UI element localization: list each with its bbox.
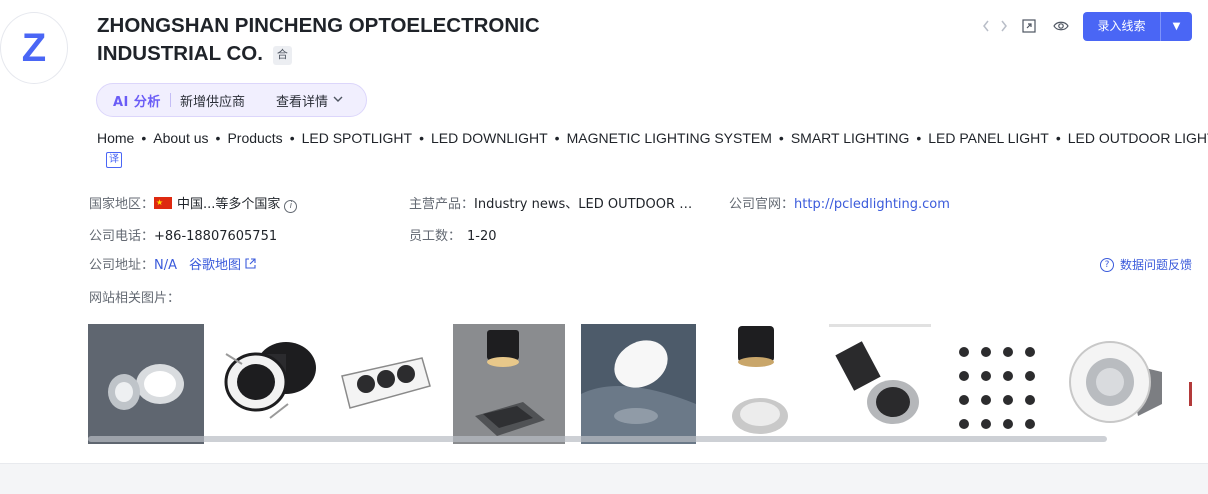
products-value[interactable]: Industry news、LED OUTDOOR … xyxy=(474,197,692,212)
company-title: ZHONGSHAN PINCHENG OPTOELECTRONIC INDUST… xyxy=(97,12,557,68)
product-image[interactable] xyxy=(718,324,818,444)
translate-icon[interactable]: 译 xyxy=(106,152,122,168)
website-link[interactable]: http://pcledlighting.com xyxy=(794,197,950,212)
employees-row: 员工数： 1-20 xyxy=(409,228,497,246)
website-nav: Home • About us • Products • LED SPOTLIGHT • LED… xyxy=(97,128,1208,148)
caret-down-icon[interactable]: ▼ xyxy=(1160,11,1192,41)
company-name: ZHONGSHAN PINCHENG OPTOELECTRONIC INDUST… xyxy=(97,14,540,65)
chevron-down-icon xyxy=(333,95,343,106)
products-row: 主营产品：Industry news、LED OUTDOOR … xyxy=(409,196,692,214)
country-row: 国家地区： 中国...等多个国家i xyxy=(89,194,298,214)
info-icon[interactable]: i xyxy=(284,200,298,213)
website-image-gallery[interactable] xyxy=(88,324,1208,444)
product-image[interactable] xyxy=(453,324,565,444)
data-feedback-link[interactable]: ? 数据问题反馈 xyxy=(1099,256,1192,273)
product-image[interactable] xyxy=(581,324,696,444)
product-image[interactable] xyxy=(1058,324,1168,444)
product-image[interactable] xyxy=(208,324,334,444)
address-key: 公司地址： xyxy=(89,258,155,273)
nav-item-panel[interactable]: LED PANEL LIGHT xyxy=(928,130,1049,146)
question-icon: ? xyxy=(1099,257,1114,272)
company-avatar: Z xyxy=(0,12,68,84)
gallery-scrollbar[interactable] xyxy=(88,436,1107,442)
nav-item-home[interactable]: Home xyxy=(97,130,134,146)
product-image[interactable] xyxy=(1189,324,1199,444)
nav-item-smart[interactable]: SMART LIGHTING xyxy=(791,130,910,146)
phone-row: 公司电话：+86-18807605751 xyxy=(89,228,277,246)
feedback-label: 数据问题反馈 xyxy=(1119,258,1192,272)
images-row: 网站相关图片： xyxy=(89,290,180,308)
avatar-letter: Z xyxy=(21,25,47,70)
country-key: 国家地区： xyxy=(89,197,155,212)
nav-item-products[interactable]: Products xyxy=(227,130,282,146)
external-link-icon[interactable] xyxy=(245,257,256,275)
product-image[interactable] xyxy=(829,324,931,444)
employees-value: 1-20 xyxy=(467,229,497,244)
chevron-right-icon[interactable] xyxy=(995,11,1013,41)
address-row: 公司地址：N/A 谷歌地图 xyxy=(89,257,256,275)
footer-band xyxy=(0,463,1208,494)
ai-analysis-bar[interactable]: AI 分析 新增供应商 查看详情 xyxy=(96,83,367,117)
china-flag-icon xyxy=(154,194,173,212)
nav-item-about[interactable]: About us xyxy=(153,130,208,146)
products-key: 主营产品： xyxy=(409,197,475,212)
product-image[interactable] xyxy=(338,324,433,444)
google-map-link[interactable]: 谷歌地图 xyxy=(189,258,241,273)
ai-label: AI 分析 xyxy=(113,94,161,110)
address-value: N/A xyxy=(154,258,178,273)
add-lead-label: 录入线索 xyxy=(1097,18,1146,33)
product-image[interactable] xyxy=(88,324,204,444)
phone-key: 公司电话： xyxy=(89,229,155,244)
website-row: 公司官网：http://pcledlighting.com xyxy=(729,196,950,214)
nav-item-spotlight[interactable]: LED SPOTLIGHT xyxy=(302,130,412,146)
employees-key: 员工数： xyxy=(409,229,462,244)
view-details-link[interactable]: 查看详情 xyxy=(276,91,328,110)
ai-divider xyxy=(169,93,171,107)
nav-item-outdoor[interactable]: LED OUTDOOR LIGHT. xyxy=(1068,130,1208,146)
product-image[interactable] xyxy=(946,324,1046,444)
nav-item-magnetic[interactable]: MAGNETIC LIGHTING SYSTEM xyxy=(567,130,772,146)
chevron-left-icon[interactable] xyxy=(977,11,995,41)
company-tag: 合 xyxy=(272,46,292,65)
eye-icon[interactable] xyxy=(1045,11,1077,41)
ai-text: 新增供应商 xyxy=(179,94,245,110)
top-actions: 录入线索 ▼ xyxy=(977,11,1192,41)
add-lead-button[interactable]: 录入线索 ▼ xyxy=(1083,11,1192,41)
website-key: 公司官网： xyxy=(729,197,795,212)
expand-icon[interactable] xyxy=(1013,11,1045,41)
nav-item-downlight[interactable]: LED DOWNLIGHT xyxy=(431,130,548,146)
images-key: 网站相关图片： xyxy=(89,291,181,306)
phone-value: +86-18807605751 xyxy=(154,229,278,244)
country-value: 中国...等多个国家 xyxy=(177,197,281,212)
